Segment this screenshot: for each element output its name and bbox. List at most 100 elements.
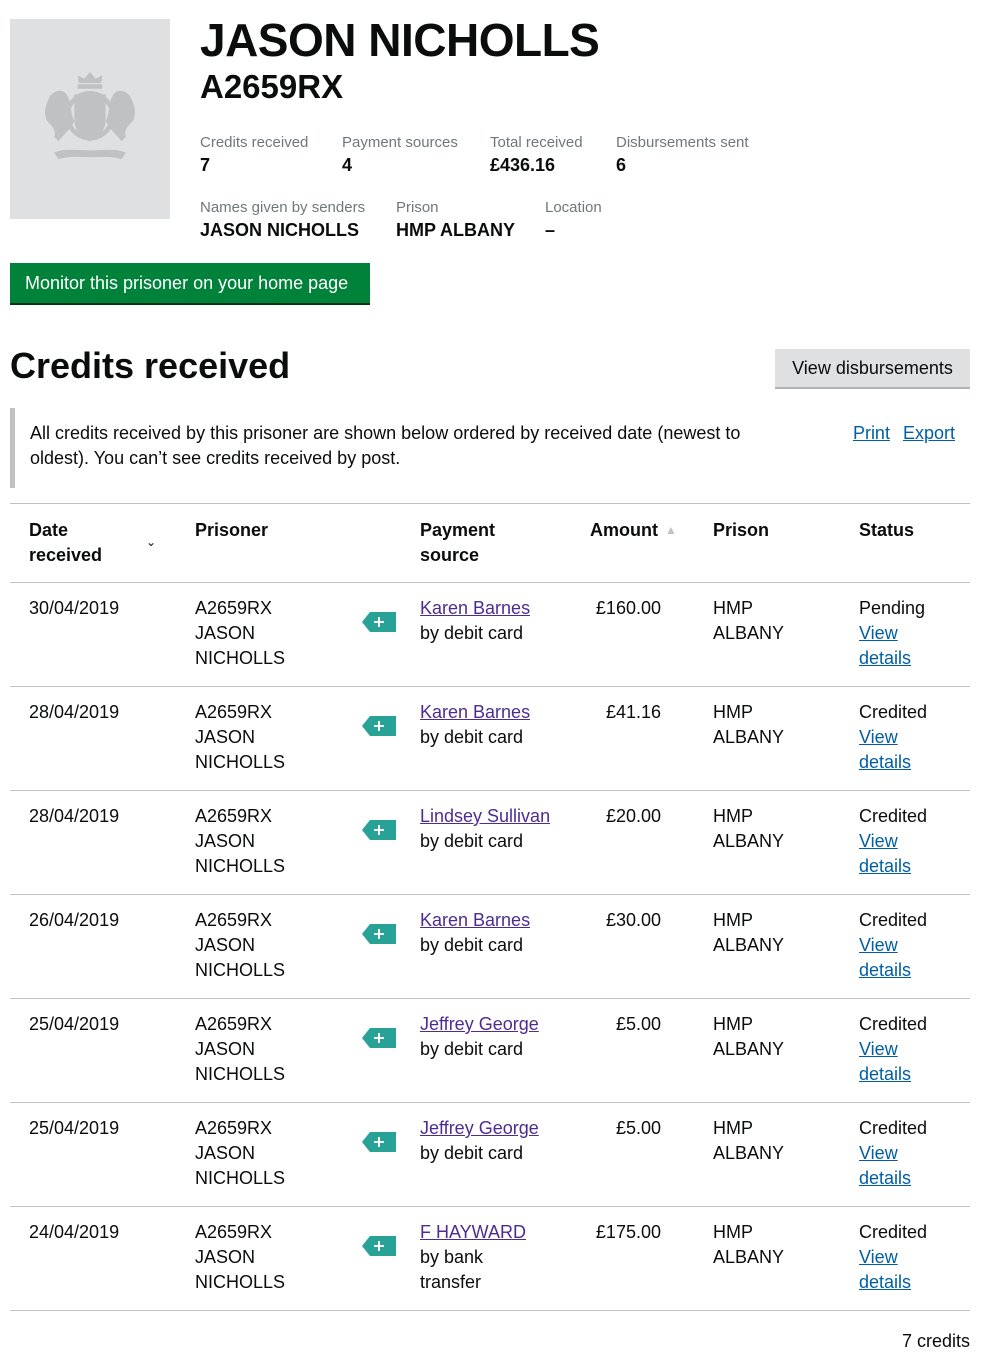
sender-link[interactable]: Jeffrey George [420,1118,539,1138]
prisoner-last-name: NICHOLLS [195,752,286,772]
view-disbursements-button[interactable]: View disbursements [775,349,970,387]
stat-value: 6 [616,155,627,175]
export-link[interactable]: Export [903,423,955,443]
view-details-link[interactable]: View details [859,1247,911,1292]
stat-label: Total received [490,134,583,151]
cell-amount: £41.16 [605,702,661,722]
payment-method: by debit card [420,831,524,851]
prisoner-first-name: JASON [195,623,256,643]
prisoner-last-name: NICHOLLS [195,856,286,876]
prisoner-number: A2659RX [195,1118,273,1138]
view-details-link[interactable]: View details [859,935,911,980]
prisoner-first-name: JASON [195,1247,256,1267]
sender-link[interactable]: Jeffrey George [420,1014,539,1034]
stat-value: 4 [342,155,353,175]
stat-disbursements-sent: Disbursements sent 6 [616,134,749,176]
header-prison[interactable]: Prison [713,518,769,543]
status-text: Credited [859,910,928,930]
cell-date: 28/04/2019 [29,702,120,722]
sender-link[interactable]: Karen Barnes [420,598,530,618]
cell-payment-source: Karen Barnes by debit card [420,596,530,646]
prison-line2: ALBANY [713,1247,785,1267]
table-row: 26/04/2019 A2659RX JASON NICHOLLS Karen Barn… [10,895,970,999]
payment-method: by debit card [420,623,524,643]
view-details-line2: details [859,856,912,876]
cell-prisoner: A2659RX JASON NICHOLLS [195,1012,285,1087]
prisoner-last-name: NICHOLLS [195,1168,286,1188]
header-status[interactable]: Status [859,518,914,543]
cell-prisoner: A2659RX JASON NICHOLLS [195,1220,285,1295]
prisoner-photo [10,19,170,219]
view-details-link[interactable]: View details [859,623,911,668]
cell-date: 24/04/2019 [29,1222,120,1242]
stat-label: Names given by senders [200,199,366,216]
payment-method: by debit card [420,1143,524,1163]
status-text: Credited [859,702,928,722]
view-details-line1: View [859,1247,898,1267]
status-text: Credited [859,806,928,826]
prison-line2: ALBANY [713,1039,785,1059]
header-source-line1: Payment [420,520,496,540]
view-details-link[interactable]: View details [859,831,911,876]
prisoner-number: A2659RX [195,702,273,722]
header-amount[interactable]: Amount [590,518,658,543]
header-date-received[interactable]: Date received [29,518,102,568]
view-details-link[interactable]: View details [859,1143,911,1188]
cell-amount: £20.00 [605,806,661,826]
cell-date: 25/04/2019 [29,1014,120,1034]
prisoner-first-name: JASON [195,935,256,955]
chevron-up-icon[interactable]: ▲ [665,523,677,537]
stat-credits-received: Credits received 7 [200,134,308,176]
prison-line2: ALBANY [713,623,785,643]
sender-link[interactable]: Karen Barnes [420,702,530,722]
stat-label: Location [545,199,602,216]
sender-link[interactable]: Karen Barnes [420,910,530,930]
section-title: Credits received [10,345,291,386]
cell-prison: HMP ALBANY [713,1220,784,1270]
view-details-line1: View [859,935,898,955]
view-details-line2: details [859,960,912,980]
prisoner-last-name: NICHOLLS [195,1272,286,1292]
print-link[interactable]: Print [853,423,890,443]
prison-line2: ALBANY [713,935,785,955]
cell-prison: HMP ALBANY [713,1116,784,1166]
prisoner-first-name: JASON [195,1143,256,1163]
view-details-line1: View [859,831,898,851]
cell-payment-source: Lindsey Sullivan by debit card [420,804,550,854]
cell-prisoner: A2659RX JASON NICHOLLS [195,596,285,671]
stat-names-given: Names given by senders JASON NICHOLLS [200,199,365,241]
prisoner-last-name: NICHOLLS [195,960,286,980]
header-prisoner[interactable]: Prisoner [195,518,268,543]
header-date-line2: received [29,545,103,565]
prison-line1: HMP [713,598,753,618]
sender-link[interactable]: F HAYWARD [420,1222,526,1242]
stat-payment-sources: Payment sources 4 [342,134,458,176]
cell-status: Credited View details [859,1012,927,1087]
cell-status: Credited View details [859,1116,927,1191]
view-details-line1: View [859,1039,898,1059]
view-details-link[interactable]: View details [859,727,911,772]
status-text: Credited [859,1222,928,1242]
payment-method: by debit card [420,1039,524,1059]
stat-value: – [545,220,556,240]
payment-method-line2: transfer [420,1272,482,1292]
view-details-line2: details [859,648,912,668]
cell-payment-source: Karen Barnes by debit card [420,908,530,958]
table-row: 30/04/2019 A2659RX JASON NICHOLLS Karen Barn… [10,583,970,687]
cell-status: Pending View details [859,596,925,671]
chevron-down-icon[interactable]: ⌄ [146,535,156,549]
monitor-prisoner-button[interactable]: Monitor this prisoner on your home page [10,263,370,303]
cell-prison: HMP ALBANY [713,596,784,646]
prisoner-first-name: JASON [195,1039,256,1059]
cell-prison: HMP ALBANY [713,804,784,854]
prison-line1: HMP [713,1118,753,1138]
sender-link[interactable]: Lindsey Sullivan [420,806,550,826]
header-payment-source[interactable]: Payment source [420,518,495,568]
prisoner-number: A2659RX [195,1014,273,1034]
view-details-link[interactable]: View details [859,1039,911,1084]
table-header: Date received ⌄ Prisoner Payment source … [10,503,970,583]
prison-line1: HMP [713,806,753,826]
payment-method: by bank [420,1247,484,1267]
prisoner-number: A2659RX [195,910,273,930]
table-body: 30/04/2019 A2659RX JASON NICHOLLS Karen Barn… [10,583,970,1311]
